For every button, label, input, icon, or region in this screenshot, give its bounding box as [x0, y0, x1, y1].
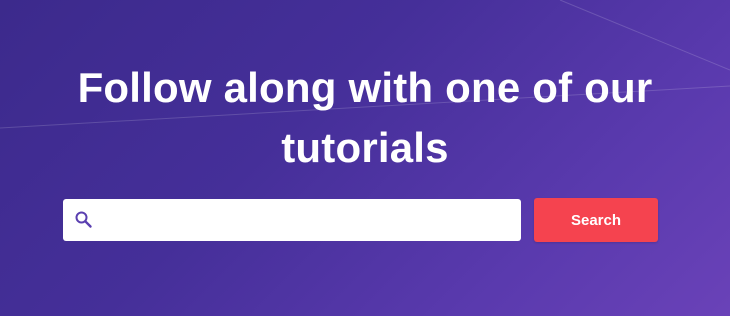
- search-button[interactable]: Search: [534, 198, 658, 242]
- search-form: Search: [63, 198, 658, 242]
- search-box[interactable]: [63, 199, 521, 241]
- hero-banner: Follow along with one of our tutorials S…: [0, 0, 730, 316]
- page-title: Follow along with one of our tutorials: [77, 64, 653, 171]
- search-input[interactable]: [103, 199, 513, 241]
- search-icon: [75, 211, 92, 228]
